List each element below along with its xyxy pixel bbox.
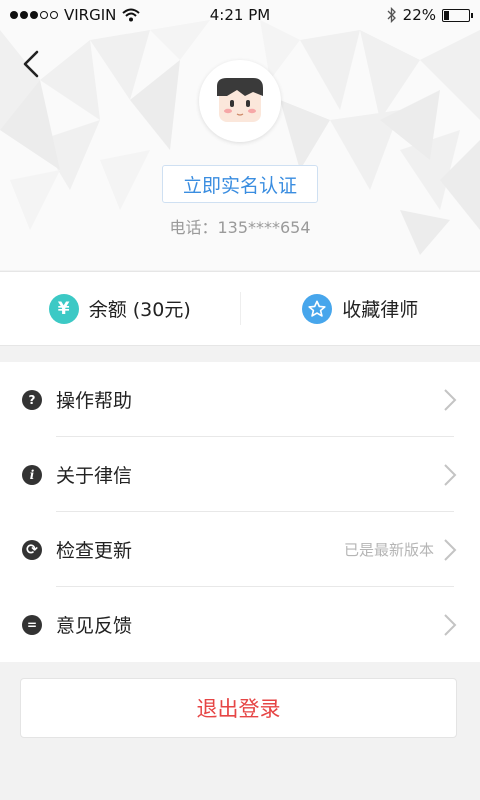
battery-icon bbox=[442, 8, 473, 22]
balance-label: 余额 (30元) bbox=[88, 299, 191, 321]
info-icon: i bbox=[22, 464, 42, 485]
favorite-lawyers-label: 收藏律师 bbox=[342, 299, 419, 321]
bluetooth-icon bbox=[387, 7, 396, 23]
chevron-right-icon bbox=[444, 464, 457, 486]
cartoon-face-icon bbox=[217, 78, 263, 122]
star-icon bbox=[302, 293, 333, 324]
chevron-right-icon bbox=[444, 389, 457, 411]
signal-strength-icon bbox=[10, 11, 58, 19]
verify-identity-button[interactable]: 立即实名认证 bbox=[162, 165, 318, 203]
menu-item-label: 意见反馈 bbox=[56, 615, 133, 637]
chevron-left-icon bbox=[23, 50, 39, 78]
favorite-lawyers-button[interactable]: 收藏律师 bbox=[241, 272, 480, 345]
back-button[interactable] bbox=[14, 44, 48, 84]
battery-percentage: 22% bbox=[402, 6, 436, 24]
avatar[interactable] bbox=[199, 60, 281, 142]
menu-item-label: 关于律信 bbox=[56, 465, 133, 487]
menu-item-about[interactable]: i 关于律信 bbox=[0, 437, 480, 512]
yen-icon: ¥ bbox=[48, 293, 79, 324]
refresh-icon: ⟳ bbox=[22, 539, 42, 560]
status-bar: VIRGIN 4:21 PM 22% bbox=[0, 0, 480, 30]
wifi-icon bbox=[122, 8, 141, 22]
chevron-right-icon bbox=[444, 614, 457, 636]
menu-item-check-update[interactable]: ⟳ 检查更新 已是最新版本 bbox=[0, 512, 480, 587]
menu-item-label: 操作帮助 bbox=[56, 390, 133, 412]
update-status-text: 已是最新版本 bbox=[343, 541, 434, 559]
quick-actions-row: ¥ 余额 (30元) 收藏律师 bbox=[0, 271, 480, 346]
menu-item-feedback[interactable]: = 意见反馈 bbox=[0, 587, 480, 662]
profile-header: 立即实名认证 电话：135****654 bbox=[0, 0, 480, 270]
phone-number-text: 电话：135****654 bbox=[169, 218, 311, 237]
menu-item-label: 检查更新 bbox=[56, 540, 133, 562]
balance-button[interactable]: ¥ 余额 (30元) bbox=[0, 272, 240, 345]
menu-item-help[interactable]: ? 操作帮助 bbox=[0, 362, 480, 437]
question-icon: ? bbox=[22, 389, 42, 410]
carrier-label: VIRGIN bbox=[64, 6, 117, 24]
chevron-right-icon bbox=[444, 539, 457, 561]
logout-button[interactable]: 退出登录 bbox=[20, 678, 457, 738]
settings-menu: ? 操作帮助 i 关于律信 ⟳ 检查更新 已是最新版本 = 意见反馈 bbox=[0, 362, 480, 662]
feedback-icon: = bbox=[22, 614, 42, 635]
